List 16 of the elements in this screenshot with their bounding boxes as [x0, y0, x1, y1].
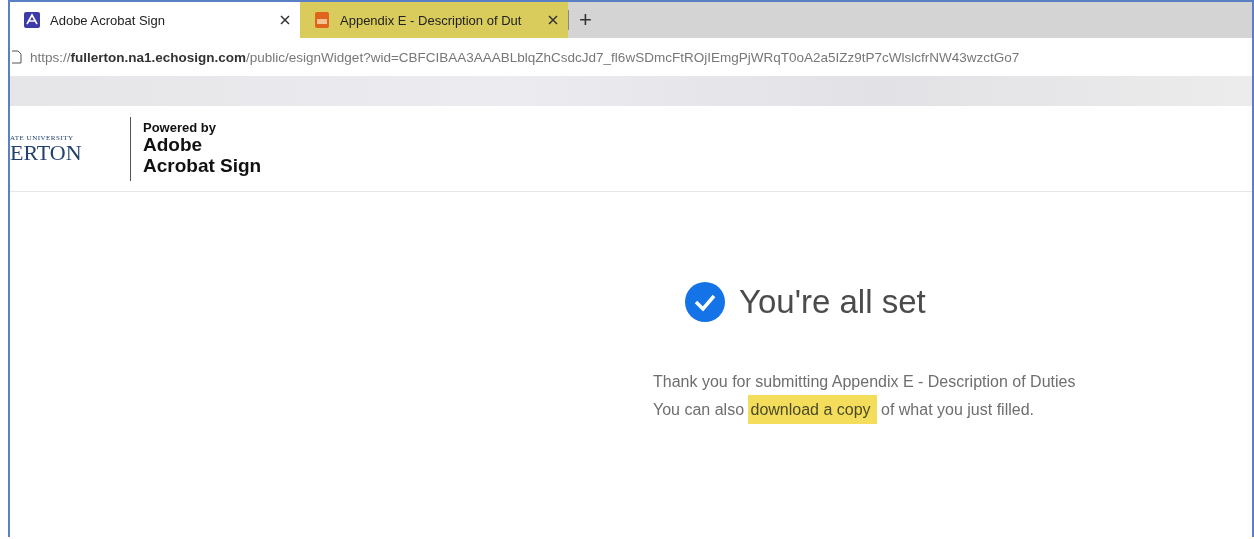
page-icon — [12, 50, 22, 64]
browser-tab[interactable]: Appendix E - Description of Dut — [300, 2, 568, 38]
download-sentence: You can also download a copy of what you just filled. — [653, 396, 1076, 424]
browser-tab[interactable]: Adobe Acrobat Sign — [10, 2, 300, 38]
address-field[interactable]: https://fullerton.na1.echosign.com/public/esignWidget?wid=CBFCIBAA3AAABLblqZhCsdcJd7_fl6wSDmcFtROjIEmgPjWRqT0oA2a5IZz9tP7cWlslcfrNW43wzctGo7 — [10, 38, 1252, 76]
powered-by-label: Powered by — [143, 120, 217, 136]
close-icon[interactable] — [280, 15, 290, 25]
confirmation-title: You're all set — [739, 283, 926, 321]
acrobat-icon — [24, 12, 40, 28]
brand-name: Adobe Acrobat Sign — [143, 135, 262, 177]
new-tab-button[interactable]: + — [569, 2, 602, 38]
check-icon — [685, 282, 725, 322]
confirmation-message: Thank you for submitting Appendix E - Description of Duties — [653, 372, 1076, 392]
download-link[interactable]: download a copy — [748, 395, 877, 424]
close-icon[interactable] — [548, 15, 558, 25]
pdf-icon — [314, 11, 330, 29]
